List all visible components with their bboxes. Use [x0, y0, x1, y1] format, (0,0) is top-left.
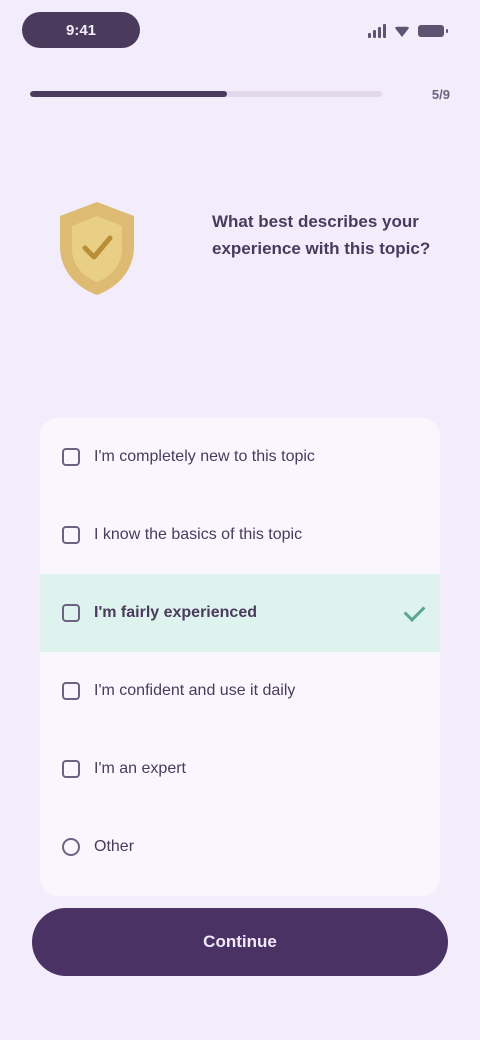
- option-label: I'm confident and use it daily: [94, 682, 296, 699]
- option-label: Other: [94, 838, 135, 855]
- checkbox-icon: [62, 604, 80, 622]
- checkbox-icon: [62, 526, 80, 544]
- checkbox-icon: [62, 760, 80, 778]
- option-item[interactable]: I'm an expert: [40, 730, 440, 808]
- option-item[interactable]: Other: [40, 808, 440, 886]
- battery-icon: [418, 25, 448, 37]
- shield-badge-icon: [60, 202, 134, 295]
- progress-row: 5/9: [30, 84, 450, 104]
- question-text: What best describes your experience with…: [212, 212, 431, 258]
- checkbox-icon: [62, 682, 80, 700]
- status-icons: [368, 22, 448, 40]
- option-item[interactable]: I know the basics of this topic: [40, 496, 440, 574]
- progress-fill: [30, 91, 228, 97]
- option-label: I'm an expert: [94, 760, 186, 777]
- wifi-icon: [394, 26, 410, 37]
- checkbox-icon: [62, 448, 80, 466]
- continue-button[interactable]: Continue: [32, 908, 448, 976]
- question-header: What best describes your experience with…: [40, 180, 450, 320]
- option-label: I know the basics of this topic: [94, 526, 303, 543]
- progress-track: [30, 91, 382, 97]
- options-list: I'm completely new to this topic I know …: [40, 418, 440, 896]
- progress-step-label: 5/9: [431, 86, 450, 102]
- option-item[interactable]: I'm completely new to this topic: [40, 418, 440, 496]
- option-item[interactable]: I'm confident and use it daily: [40, 652, 440, 730]
- signal-icon: [368, 24, 386, 38]
- status-time: 9:41: [22, 12, 140, 48]
- radio-icon: [62, 838, 80, 856]
- option-label: I'm completely new to this topic: [94, 448, 315, 465]
- status-bar: 9:41: [0, 0, 480, 64]
- check-icon: [403, 600, 426, 622]
- option-item-selected[interactable]: I'm fairly experienced: [40, 574, 440, 652]
- option-label: I'm fairly experienced: [94, 604, 257, 621]
